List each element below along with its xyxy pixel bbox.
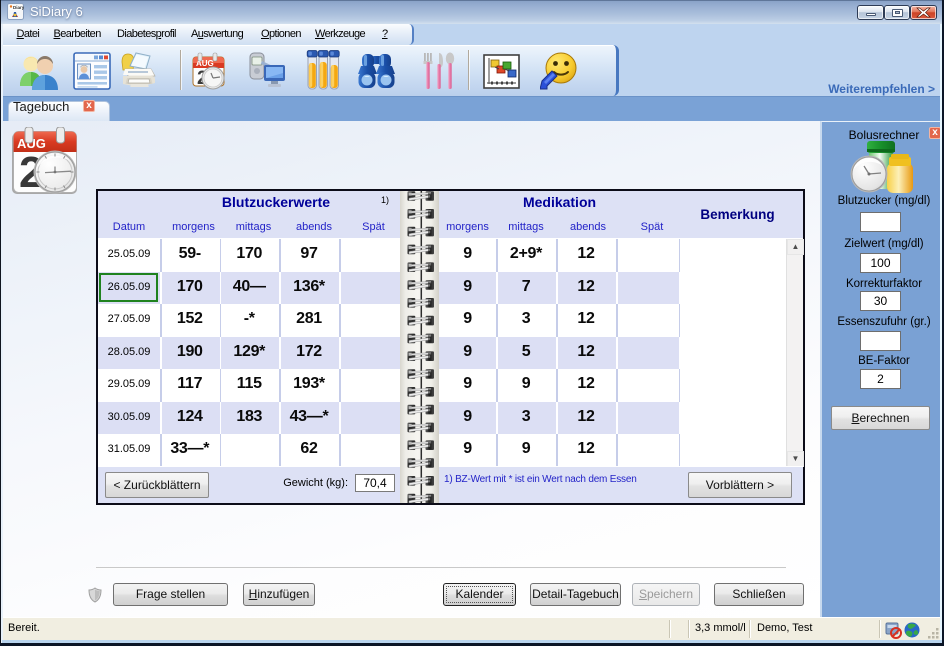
svg-text:Diary: Diary [13,5,24,10]
